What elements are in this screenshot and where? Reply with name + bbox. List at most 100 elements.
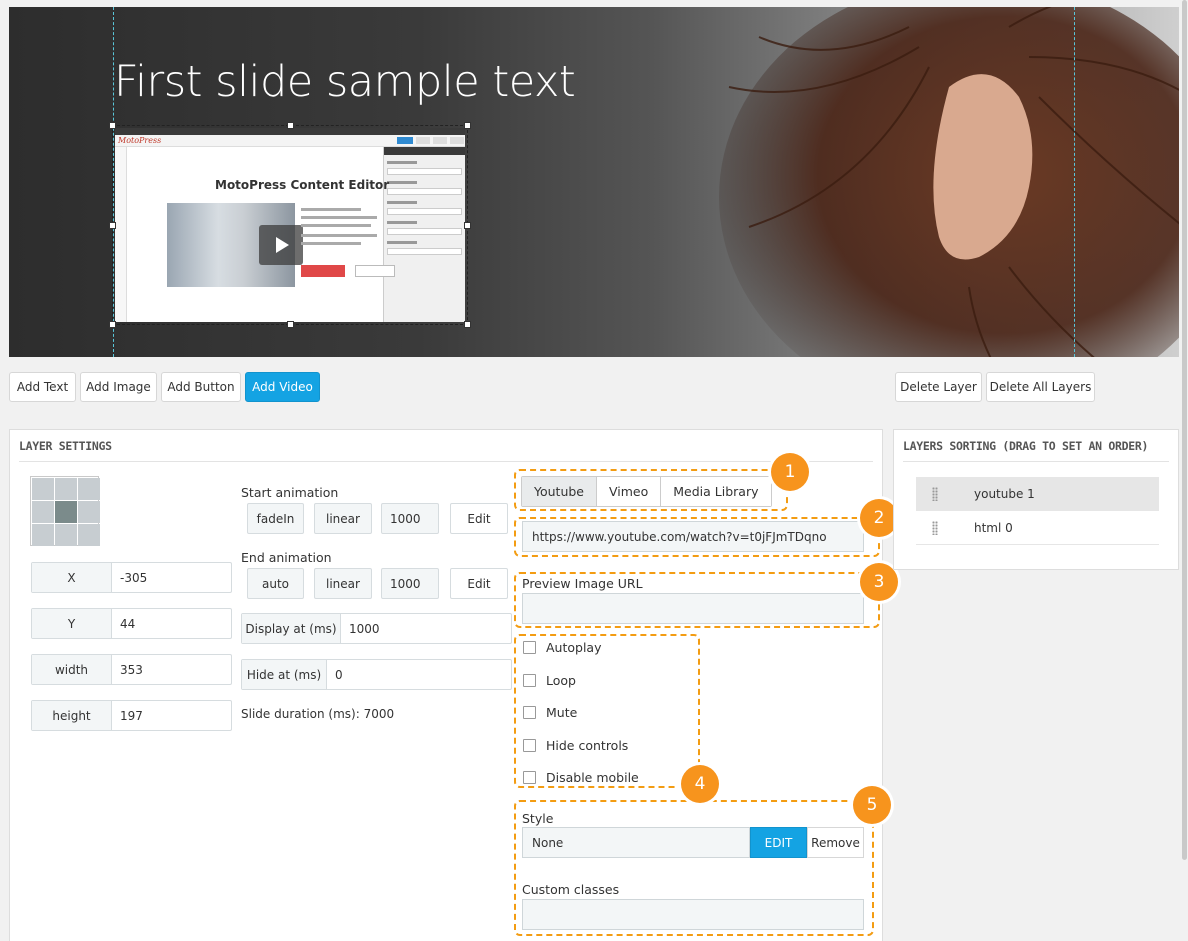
slide-title-layer[interactable]: First slide sample text [114, 57, 576, 107]
video-layer[interactable]: MotoPress MotoPress Content Editor [109, 122, 471, 328]
y-label: Y [32, 609, 112, 638]
hide-controls-checkbox[interactable]: Hide controls [523, 738, 628, 753]
align-bottom-center[interactable] [55, 524, 77, 546]
end-easing-select[interactable]: linear [314, 568, 372, 599]
mute-box[interactable] [523, 706, 536, 719]
y-field[interactable]: Y 44 [31, 608, 232, 639]
badge-4: 4 [681, 765, 719, 803]
display-at-field[interactable]: Display at (ms) 1000 [241, 613, 512, 644]
height-label: height [32, 701, 112, 730]
align-middle-left[interactable] [32, 501, 54, 523]
resize-handle-sw[interactable] [109, 321, 116, 328]
hide-at-input[interactable]: 0 [327, 660, 343, 689]
y-input[interactable]: 44 [112, 609, 135, 638]
hide-controls-box[interactable] [523, 739, 536, 752]
mute-checkbox[interactable]: Mute [523, 705, 577, 720]
resize-handle-nw[interactable] [109, 122, 116, 129]
layer-sort-item[interactable]: youtube 1 [916, 477, 1159, 511]
hide-at-field[interactable]: Hide at (ms) 0 [241, 659, 512, 690]
align-top-center[interactable] [55, 478, 77, 500]
slide-background-image [719, 7, 1179, 357]
end-effect-select[interactable]: auto [247, 568, 304, 599]
preview-image-label: Preview Image URL [522, 576, 643, 591]
x-label: X [32, 563, 112, 592]
hide-controls-label: Hide controls [546, 738, 629, 753]
add-button-button[interactable]: Add Button [161, 372, 241, 402]
layer-sort-item[interactable]: html 0 [916, 511, 1159, 545]
end-duration-input[interactable]: 1000 [381, 568, 439, 599]
end-animation-label: End animation [241, 550, 332, 565]
video-preview-download-button [301, 265, 345, 277]
autoplay-checkbox[interactable]: Autoplay [523, 640, 602, 655]
width-label: width [32, 655, 112, 684]
tab-vimeo[interactable]: Vimeo [597, 477, 662, 506]
page-scrollbar[interactable] [1182, 0, 1187, 860]
align-middle-right[interactable] [78, 501, 100, 523]
loop-label: Loop [546, 673, 576, 688]
tab-youtube[interactable]: Youtube [522, 477, 597, 506]
disable-mobile-box[interactable] [523, 771, 536, 784]
width-field[interactable]: width 353 [31, 654, 232, 685]
custom-classes-input[interactable] [522, 899, 864, 930]
layer-settings-panel: LAYER SETTINGS X -305 Y 44 width 353 hei… [9, 429, 883, 941]
drag-handle-icon[interactable] [932, 520, 938, 535]
add-video-button[interactable]: Add Video [245, 372, 320, 402]
x-input[interactable]: -305 [112, 563, 147, 592]
delete-layer-button[interactable]: Delete Layer [895, 372, 982, 402]
align-top-left[interactable] [32, 478, 54, 500]
start-duration-input[interactable]: 1000 [381, 503, 439, 534]
badge-1: 1 [771, 453, 809, 491]
disable-mobile-checkbox[interactable]: Disable mobile [523, 770, 639, 785]
layer-settings-title: LAYER SETTINGS [19, 430, 873, 462]
start-animation-edit-button[interactable]: Edit [450, 503, 508, 534]
width-input[interactable]: 353 [112, 655, 143, 684]
slide-preview[interactable]: First slide sample text MotoPress MotoPr… [9, 7, 1179, 357]
layers-sorting-title: LAYERS SORTING (DRAG TO SET AN ORDER) [903, 430, 1169, 462]
video-url-input[interactable]: https://www.youtube.com/watch?v=t0jFJmTD… [522, 521, 864, 552]
start-animation-label: Start animation [241, 485, 339, 500]
video-source-tabs: Youtube Vimeo Media Library [521, 476, 772, 507]
align-bottom-right[interactable] [78, 524, 100, 546]
x-field[interactable]: X -305 [31, 562, 232, 593]
resize-handle-w[interactable] [109, 222, 116, 229]
alignment-grid[interactable] [30, 476, 100, 546]
align-bottom-left[interactable] [32, 524, 54, 546]
end-animation-edit-button[interactable]: Edit [450, 568, 508, 599]
play-icon [259, 225, 303, 265]
tab-media-library[interactable]: Media Library [661, 477, 771, 506]
delete-all-layers-button[interactable]: Delete All Layers [986, 372, 1095, 402]
start-easing-select[interactable]: linear [314, 503, 372, 534]
start-effect-select[interactable]: fadeIn [247, 503, 304, 534]
resize-handle-e[interactable] [464, 222, 471, 229]
add-image-button[interactable]: Add Image [80, 372, 157, 402]
hide-at-label: Hide at (ms) [242, 660, 327, 689]
preview-image-url-input[interactable] [522, 593, 864, 624]
align-top-right[interactable] [78, 478, 100, 500]
loop-box[interactable] [523, 674, 536, 687]
resize-handle-n[interactable] [287, 122, 294, 129]
layers-sorting-panel: LAYERS SORTING (DRAG TO SET AN ORDER) yo… [893, 429, 1179, 570]
resize-handle-se[interactable] [464, 321, 471, 328]
autoplay-label: Autoplay [546, 640, 602, 655]
resize-handle-s[interactable] [287, 321, 294, 328]
resize-handle-ne[interactable] [464, 122, 471, 129]
layer-sort-label: youtube 1 [974, 486, 1035, 501]
height-field[interactable]: height 197 [31, 700, 232, 731]
slide-duration-text: Slide duration (ms): 7000 [241, 707, 395, 721]
loop-checkbox[interactable]: Loop [523, 673, 576, 688]
align-middle-center[interactable] [55, 501, 77, 523]
mute-label: Mute [546, 705, 578, 720]
add-text-button[interactable]: Add Text [9, 372, 76, 402]
video-preview-heading: MotoPress Content Editor [215, 178, 390, 192]
height-input[interactable]: 197 [112, 701, 143, 730]
autoplay-box[interactable] [523, 641, 536, 654]
badge-5: 5 [853, 786, 891, 824]
drag-handle-icon[interactable] [932, 486, 938, 501]
style-select[interactable]: None [522, 827, 750, 858]
display-at-input[interactable]: 1000 [341, 614, 380, 643]
disable-mobile-label: Disable mobile [546, 770, 639, 785]
style-remove-button[interactable]: Remove [807, 827, 864, 858]
style-edit-button[interactable]: EDIT [750, 827, 807, 858]
right-guide-line [1074, 7, 1075, 357]
style-label: Style [522, 811, 554, 826]
